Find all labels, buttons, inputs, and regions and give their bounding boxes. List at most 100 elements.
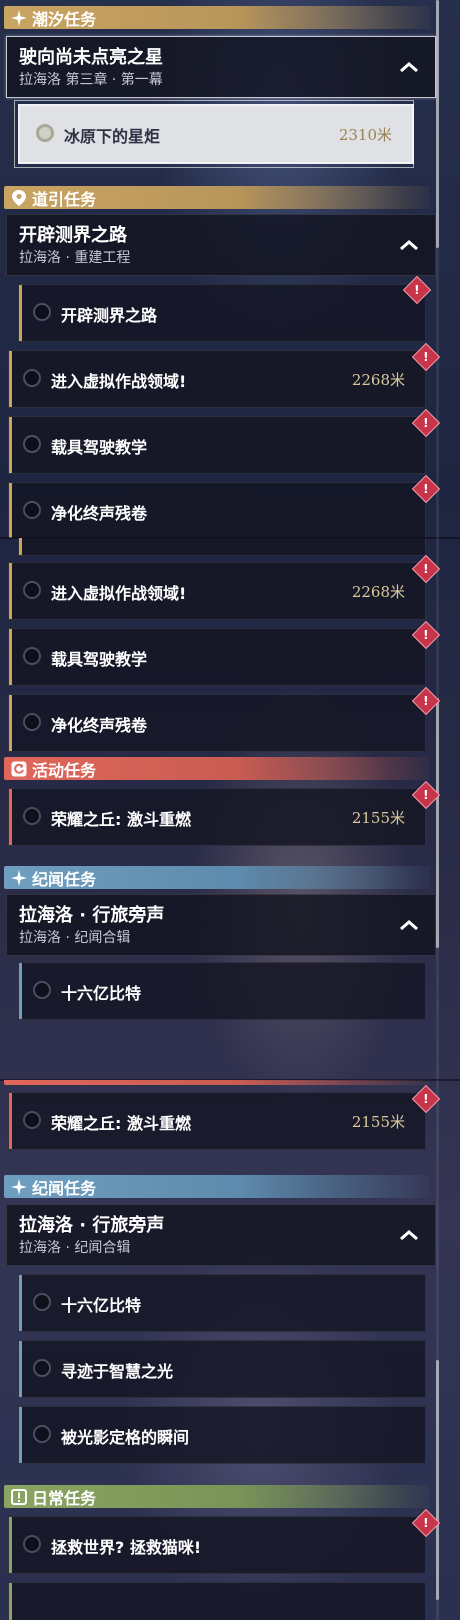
quest-title: 净化终声残卷	[51, 716, 148, 735]
sparkle-icon	[10, 9, 28, 27]
quest-item-event[interactable]: 荣耀之丘: 激斗重燃 2155米	[8, 788, 426, 846]
quest-distance: 2155米	[351, 809, 405, 827]
daily-exclamation-icon	[10, 1488, 28, 1506]
quest-item[interactable]: 载具驾驶教学	[8, 628, 426, 686]
quest-item-lore[interactable]: 十六亿比特	[18, 962, 426, 1020]
quest-item-event[interactable]: 荣耀之丘: 激斗重燃 2155米	[8, 1092, 426, 1150]
section-header-tide: 潮汐任务	[4, 6, 430, 29]
section-header-event-partial	[4, 1080, 430, 1085]
tracking-circle-icon	[23, 501, 41, 519]
quest-item-tracked[interactable]: 冰原下的星炬 2310米	[14, 100, 414, 168]
tracking-circle-icon	[23, 581, 41, 599]
tracking-circle-icon	[33, 1359, 51, 1377]
chevron-up-icon[interactable]	[397, 233, 421, 257]
section-header-label: 纪闻任务	[32, 1178, 97, 1198]
quest-item-lore[interactable]: 寻迹于智慧之光	[18, 1340, 426, 1398]
quest-item[interactable]: 净化终声残卷	[8, 694, 426, 752]
quest-item[interactable]: 进入虚拟作战领域! 2268米	[8, 350, 426, 408]
section-header-label: 潮汐任务	[32, 9, 97, 29]
quest-title: 净化终声残卷	[51, 504, 148, 523]
quest-title: 冰原下的星炬	[64, 127, 161, 146]
quest-title: 载具驾驶教学	[51, 438, 148, 457]
panel-2: 进入虚拟作战领域! 2268米 ! 载具驾驶教学 ! 净化终声残卷 ! 活动任务…	[0, 538, 460, 1080]
section-header-label: 活动任务	[32, 760, 97, 780]
section-header-label: 日常任务	[32, 1488, 97, 1508]
quest-group-guide[interactable]: 开辟测界之路 拉海洛 · 重建工程	[6, 214, 436, 276]
sparkle-icon	[10, 869, 28, 887]
section-header-label: 道引任务	[32, 189, 97, 209]
quest-item-daily[interactable]	[8, 1582, 426, 1620]
quest-title: 荣耀之丘: 激斗重燃	[51, 810, 191, 829]
quest-title: 荣耀之丘: 激斗重燃	[51, 1114, 191, 1133]
quest-accent-bar	[9, 1093, 12, 1149]
quest-accent-bar	[19, 285, 22, 341]
chevron-up-icon[interactable]	[397, 1223, 421, 1247]
quest-item[interactable]: 开辟测界之路	[18, 284, 426, 342]
chevron-up-icon[interactable]	[397, 913, 421, 937]
quest-group-lore[interactable]: 拉海洛 · 行旅旁声 拉海洛 · 纪闻合辑	[6, 1204, 436, 1266]
quest-accent-bar	[9, 1517, 12, 1573]
group-title: 拉海洛 · 行旅旁声	[19, 1215, 165, 1236]
group-subtitle: 拉海洛 第三章 · 第一幕	[19, 72, 163, 88]
location-pin-icon	[10, 189, 28, 207]
section-header-guide: 道引任务	[4, 186, 430, 209]
tracking-circle-icon	[33, 303, 51, 321]
quest-accent-bar	[9, 417, 12, 473]
quest-item[interactable]: 净化终声残卷	[8, 482, 426, 538]
quest-accent-bar	[9, 1583, 12, 1620]
tracking-circle-icon	[23, 1535, 41, 1553]
scrollbar-thumb[interactable]	[436, 1360, 439, 1600]
tracking-circle-icon	[33, 1425, 51, 1443]
tracking-circle-icon	[23, 807, 41, 825]
quest-accent-bar	[19, 1341, 22, 1397]
section-header-event: 活动任务	[4, 757, 430, 780]
quest-group-tide[interactable]: 驶向尚未点亮之星 拉海洛 第三章 · 第一幕	[6, 36, 436, 98]
quest-title: 寻迹于智慧之光	[61, 1362, 174, 1381]
group-title: 驶向尚未点亮之星	[19, 47, 163, 68]
group-subtitle: 拉海洛 · 纪闻合辑	[19, 930, 131, 946]
group-title: 拉海洛 · 行旅旁声	[19, 905, 165, 926]
section-header-label: 纪闻任务	[32, 869, 97, 889]
quest-group-lore[interactable]: 拉海洛 · 行旅旁声 拉海洛 · 纪闻合辑	[6, 894, 436, 956]
scrollbar-thumb[interactable]	[436, 698, 439, 948]
scrollbar-thumb[interactable]	[436, 0, 439, 248]
quest-title: 进入虚拟作战领域!	[51, 584, 187, 603]
quest-distance: 2155米	[351, 1113, 405, 1131]
quest-accent-bar	[9, 563, 12, 619]
quest-item-daily[interactable]: 拯救世界? 拯救猫咪!	[8, 1516, 426, 1574]
quest-title: 拯救世界? 拯救猫咪!	[51, 1538, 202, 1557]
quest-item-lore[interactable]: 被光影定格的瞬间	[18, 1406, 426, 1464]
quest-accent-bar	[9, 789, 12, 845]
quest-title: 进入虚拟作战领域!	[51, 372, 187, 391]
quest-item[interactable]: 进入虚拟作战领域! 2268米	[8, 562, 426, 620]
tracking-circle-icon	[23, 713, 41, 731]
quest-accent-bar	[9, 629, 12, 685]
quest-title: 被光影定格的瞬间	[61, 1428, 190, 1447]
section-header-daily: 日常任务	[4, 1485, 430, 1508]
panel-1: 潮汐任务 驶向尚未点亮之星 拉海洛 第三章 · 第一幕 冰原下的星炬 2310米…	[0, 0, 460, 538]
quest-accent-bar	[19, 1275, 22, 1331]
quest-accent-bar	[9, 695, 12, 751]
quest-accent-bar	[19, 963, 22, 1019]
quest-title: 十六亿比特	[61, 1296, 142, 1315]
quest-accent-bar	[19, 1407, 22, 1463]
tracking-circle-icon	[23, 1111, 41, 1129]
chevron-up-icon[interactable]	[397, 55, 421, 79]
quest-title: 十六亿比特	[61, 984, 142, 1003]
quest-item[interactable]: 载具驾驶教学	[8, 416, 426, 474]
quest-item[interactable]	[18, 538, 426, 556]
panel-3: 荣耀之丘: 激斗重燃 2155米 ! 纪闻任务 拉海洛 · 行旅旁声 拉海洛 ·…	[0, 1080, 460, 1620]
group-subtitle: 拉海洛 · 纪闻合辑	[19, 1240, 131, 1256]
quest-accent-bar	[19, 538, 22, 555]
tracking-circle-icon	[23, 369, 41, 387]
quest-distance: 2310米	[338, 126, 392, 144]
quest-distance: 2268米	[351, 371, 405, 389]
sparkle-icon	[10, 1178, 28, 1196]
event-refresh-icon	[10, 760, 28, 778]
quest-title: 载具驾驶教学	[51, 650, 148, 669]
section-header-lore: 纪闻任务	[4, 866, 430, 889]
tracking-circle-icon	[36, 124, 54, 142]
tracking-circle-icon	[23, 647, 41, 665]
quest-title: 开辟测界之路	[61, 306, 158, 325]
quest-item-lore[interactable]: 十六亿比特	[18, 1274, 426, 1332]
